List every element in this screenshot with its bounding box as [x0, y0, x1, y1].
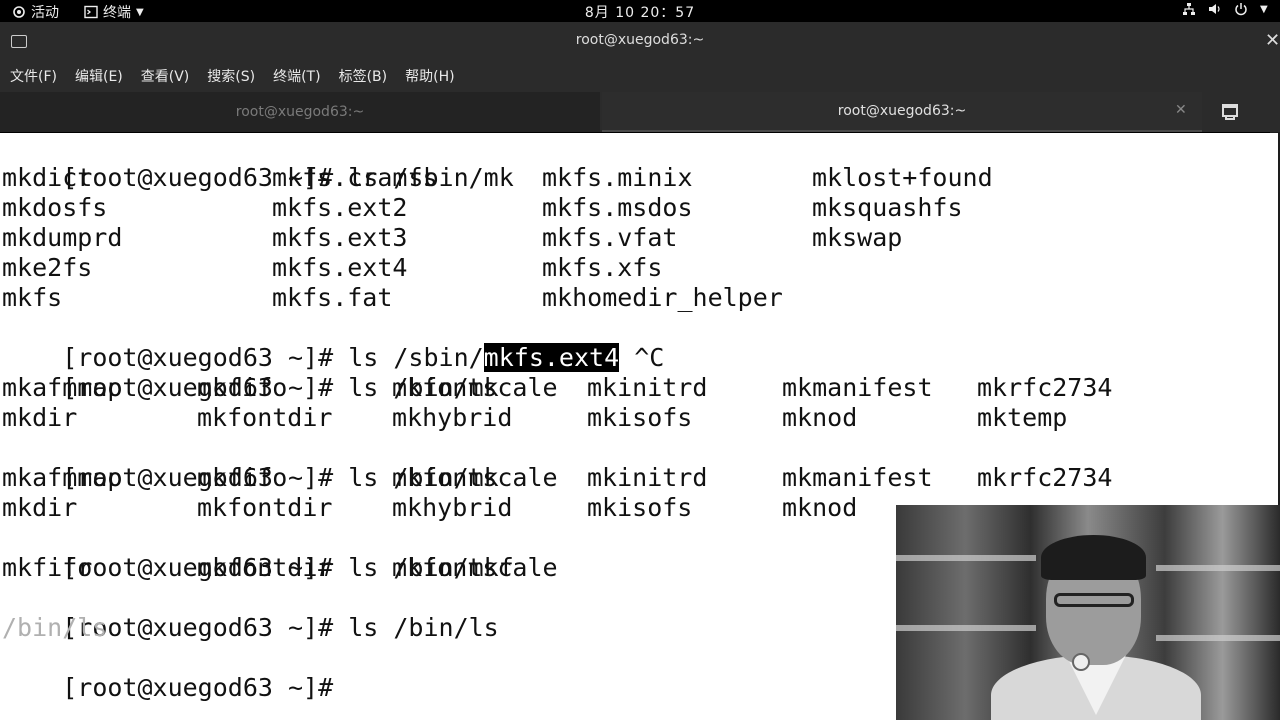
output-cell: mkdumprd: [2, 223, 123, 252]
bookshelf: [1156, 565, 1280, 571]
output-cell: mknod: [782, 403, 858, 432]
output-row: mkdir mkfontdir mkhybrid mkisofs mknod m…: [2, 403, 1067, 433]
output-row: mkdumprd mkfs.ext3 mkfs.vfat mkswap: [2, 223, 902, 253]
output-row: mke2fs mkfs.ext4 mkfs.xfs: [2, 253, 662, 283]
output-row: mkfifo mkfontdir mkfontscale: [2, 553, 558, 583]
output-cell: mkfontdir: [197, 493, 333, 522]
output-cell: mknod: [782, 493, 858, 522]
prompt: [root@xuegod63 ~]#: [62, 673, 334, 702]
output-cell: mkfs.msdos: [542, 193, 693, 222]
output-cell: mkfs.ext2: [272, 193, 408, 222]
tab-label: root@xuegod63:~: [837, 103, 967, 119]
output-cell: mkisofs: [587, 403, 693, 432]
window-title: root@xuegod63:~: [575, 32, 705, 48]
menu-help[interactable]: 帮助(H): [405, 66, 454, 86]
interrupt-text: ^C: [619, 343, 665, 372]
bookshelf: [1156, 635, 1280, 641]
output-cell: mkfs.cramfs: [272, 163, 438, 192]
output-row: mkdosfs mkfs.ext2 mkfs.msdos mksquashfs: [2, 193, 963, 223]
bookshelf: [896, 625, 1036, 631]
menu-file[interactable]: 文件(F): [10, 66, 57, 86]
output-cell: mkmanifest: [782, 463, 933, 492]
output-cell: mksquashfs: [812, 193, 963, 222]
command-line: [root@xuegod63 ~]#: [2, 643, 333, 702]
output-cell: mkfs.ext4: [272, 253, 408, 282]
output-cell: mkhomedir_helper: [542, 283, 783, 312]
tab-close-icon[interactable]: ✕: [1175, 102, 1187, 118]
selected-text[interactable]: mkfs.ext4: [483, 343, 620, 372]
command-line: [root@xuegod63 ~]# ls /bin/ls: [2, 583, 499, 642]
command-line: [root@xuegod63 ~]# ls /bin/mk: [2, 433, 499, 492]
bookshelf: [896, 555, 1036, 561]
output-cell: mkdir: [2, 403, 78, 432]
output-cell: mkinitrd: [587, 463, 708, 492]
output-cell: mkfontdir: [197, 553, 333, 582]
output-row: mkafmmap mkfifo mkfontscale mkinitrd mkm…: [2, 463, 1112, 493]
output-row: mkfs mkfs.fat mkhomedir_helper: [2, 283, 783, 313]
window-titlebar[interactable]: root@xuegod63:~ ✕: [0, 22, 1280, 60]
output-cell: mkfifo: [197, 463, 288, 492]
command-line: [root@xuegod63 ~]# ls /bin/mkf: [2, 523, 514, 582]
gnome-top-bar: 活动 终端 ▼ 8月 10 20：57 ▼: [0, 0, 1280, 22]
output-cell: mktemp: [977, 403, 1068, 432]
output-row: mkdir mkfontdir mkhybrid mkisofs mknod: [2, 493, 857, 523]
menu-search[interactable]: 搜索(S): [207, 66, 255, 86]
output-row: mkdict mkfs.cramfs mkfs.minix mklost+fou…: [2, 163, 993, 193]
output-cell: mkhybrid: [392, 493, 513, 522]
output-cell: mkfifo: [2, 553, 93, 582]
menu-tabs[interactable]: 标签(B): [339, 66, 388, 86]
system-menu[interactable]: ▼: [1182, 2, 1268, 16]
tab-label: root@xuegod63:~: [235, 104, 365, 120]
tab-bar: root@xuegod63:~ root@xuegod63:~ ✕: [0, 92, 1280, 132]
output-cell: mkrfc2734: [977, 463, 1113, 492]
microphone-icon: [1072, 653, 1090, 671]
output-cell: mkfs.minix: [542, 163, 693, 192]
output-cell: mkisofs: [587, 493, 693, 522]
output-cell: mkdict: [2, 163, 93, 192]
command: ls /bin/ls: [333, 613, 499, 642]
output-cell: mkfs: [2, 283, 63, 312]
output-cell: mke2fs: [2, 253, 93, 282]
output-cell: mkfontdir: [197, 403, 333, 432]
output-cell: mkmanifest: [782, 373, 933, 402]
output-cell: mkfs.xfs: [542, 253, 663, 282]
presenter-glasses: [1054, 593, 1134, 607]
output-cell: mkhybrid: [392, 403, 513, 432]
command-line: [root@xuegod63 ~]# ls /sbin/mkfs.ext4 ^C: [2, 313, 664, 372]
output-cell: mkafmmap: [2, 463, 123, 492]
output-cell: mkswap: [812, 223, 903, 252]
menu-terminal[interactable]: 终端(T): [273, 66, 320, 86]
output-cell: mkfifo: [197, 373, 288, 402]
output-cell: mkfs.fat: [272, 283, 393, 312]
clock[interactable]: 8月 10 20：57: [0, 2, 1280, 22]
output-cell: mkfontscale: [392, 463, 558, 492]
output-row: mkafmmap mkfifo mkfontscale mkinitrd mkm…: [2, 373, 1112, 403]
network-icon: [1183, 3, 1195, 15]
command-line: [root@xuegod63 ~]# ls /sbin/mk: [2, 133, 514, 192]
menu-edit[interactable]: 编辑(E): [75, 66, 123, 86]
new-window-icon[interactable]: [1220, 101, 1242, 121]
presenter-hair: [1041, 535, 1146, 580]
output-cell: mkdir: [2, 493, 78, 522]
output-dim-line: /bin/ls: [2, 613, 108, 642]
output-cell: mklost+found: [812, 163, 993, 192]
tab-active[interactable]: root@xuegod63:~: [602, 92, 1202, 132]
tab-inactive[interactable]: root@xuegod63:~: [0, 92, 600, 132]
output-cell: mkrfc2734: [977, 373, 1113, 402]
output-cell: mkdosfs: [2, 193, 108, 222]
output-cell: mkfontscale: [392, 553, 558, 582]
output-cell: mkfontscale: [392, 373, 558, 402]
output-cell: mkinitrd: [587, 373, 708, 402]
menubar: 文件(F) 编辑(E) 查看(V) 搜索(S) 终端(T) 标签(B) 帮助(H…: [0, 60, 1280, 92]
output-cell: mkfs.vfat: [542, 223, 678, 252]
menu-view[interactable]: 查看(V): [141, 66, 190, 86]
output-cell: mkfs.ext3: [272, 223, 408, 252]
power-icon: [1235, 3, 1247, 16]
chevron-down-icon: ▼: [1260, 3, 1268, 15]
volume-icon: [1209, 4, 1220, 14]
close-icon[interactable]: ✕: [1265, 30, 1280, 51]
command-line: [root@xuegod63 ~]# ls /bin/mk: [2, 343, 499, 402]
webcam-overlay: [896, 505, 1280, 720]
output-cell: mkafmmap: [2, 373, 123, 402]
